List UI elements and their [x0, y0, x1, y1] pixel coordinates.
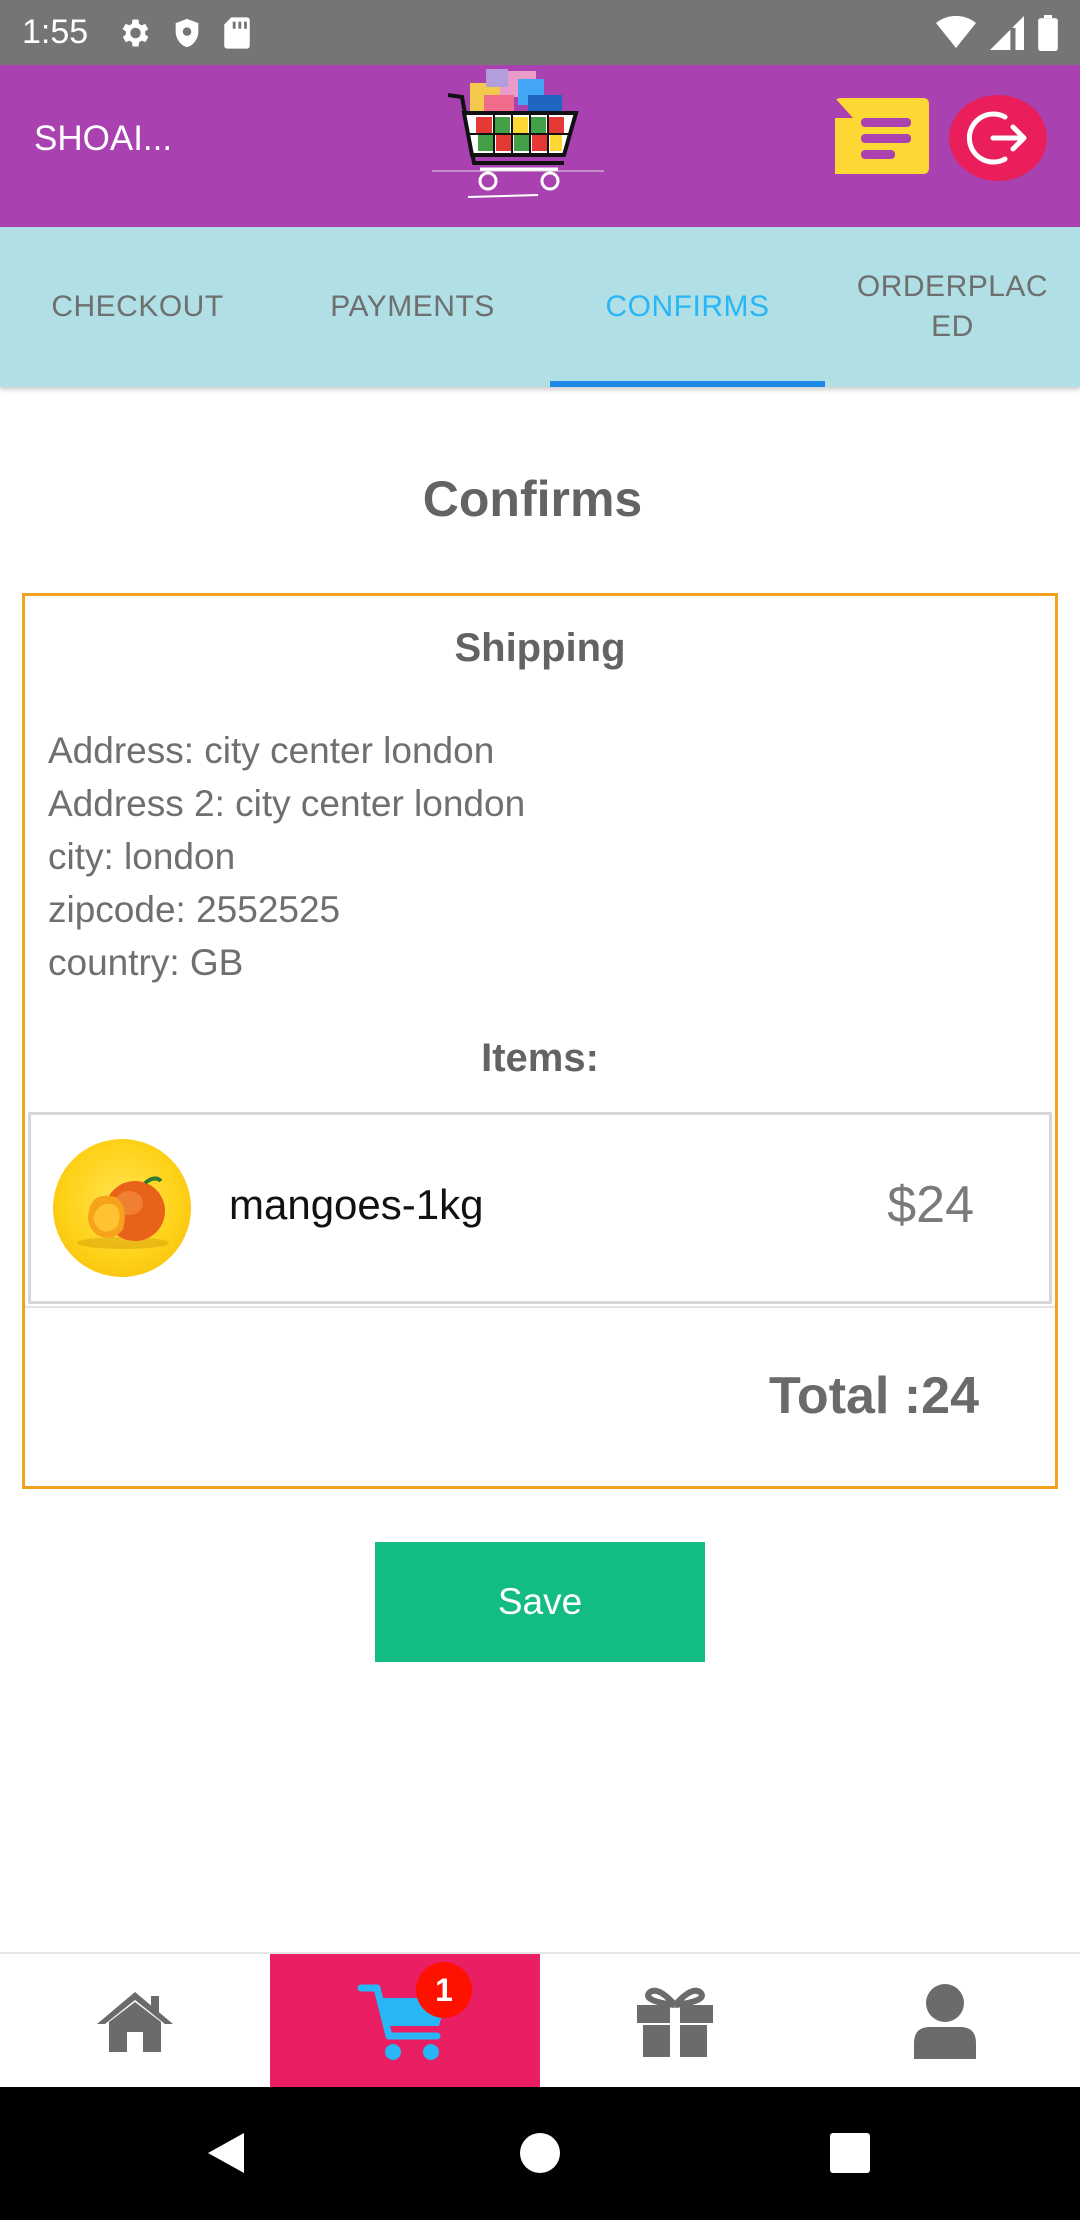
shield-icon: [175, 18, 199, 47]
nav-home[interactable]: [0, 1954, 270, 2087]
order-total: Total :24: [769, 1367, 979, 1425]
city-line: city: london: [48, 836, 236, 877]
items-heading: Items:: [481, 1036, 599, 1080]
system-nav: [0, 2087, 1080, 2220]
settings-icon: [122, 19, 149, 46]
address-2-line: Address 2: city center london: [48, 783, 526, 824]
tab-bar: CHECKOUT PAYMENTS CONFIRMS ORDERPLAC ED: [0, 227, 1080, 387]
back-icon[interactable]: [202, 2129, 250, 2177]
cart-badge: 1: [416, 1962, 472, 2018]
status-icons-right: [936, 14, 1058, 51]
list-item[interactable]: mangoes-1kg $24: [28, 1112, 1052, 1304]
app-title: SHOAI...: [34, 119, 173, 158]
sd-card-icon: [224, 16, 250, 49]
battery-icon: [1038, 14, 1058, 51]
home-circle-icon[interactable]: [518, 2131, 562, 2175]
tab-payments[interactable]: PAYMENTS: [275, 227, 550, 387]
notes-icon: [835, 98, 929, 174]
home-icon: [97, 1991, 173, 2052]
nav-cart[interactable]: 1: [270, 1954, 540, 2087]
save-button[interactable]: Save: [375, 1542, 705, 1662]
screen: 1:55 SHOAI... CHECKOUT PAYMENTS CONFIRMS…: [0, 0, 1080, 2220]
tab-checkout-label: CHECKOUT: [51, 290, 224, 323]
address-line: Address: city center london: [48, 730, 495, 771]
tab-confirms-label: CONFIRMS: [605, 290, 770, 323]
tab-payments-label: PAYMENTS: [330, 290, 495, 323]
status-time: 1:55: [22, 13, 89, 51]
gift-icon: [637, 1987, 713, 2057]
wifi-icon: [936, 15, 976, 48]
mango-image: [77, 1176, 169, 1249]
profile-icon: [914, 1983, 976, 2059]
item-thumbnail: [53, 1139, 191, 1277]
confirm-card: Shipping Address: city center london Add…: [22, 593, 1058, 1489]
item-name: mangoes-1kg: [229, 1181, 484, 1228]
zipcode-line: zipcode: 2552525: [48, 889, 341, 930]
nav-profile[interactable]: [810, 1954, 1080, 2087]
shipping-address: Address: city center london Address 2: c…: [48, 724, 525, 989]
notes-button[interactable]: [835, 98, 929, 174]
tab-orderplaced-label: ORDERPLAC ED: [857, 267, 1048, 347]
signal-icon: [990, 15, 1024, 50]
page-title: Confirms: [422, 471, 643, 527]
tab-orderplaced[interactable]: ORDERPLAC ED: [825, 227, 1080, 387]
nav-gifts[interactable]: [540, 1954, 810, 2087]
shipping-heading: Shipping: [454, 626, 626, 670]
country-line: country: GB: [48, 942, 244, 983]
logout-icon: [966, 111, 1027, 165]
shopping-cart-logo: [432, 69, 604, 198]
tab-confirms[interactable]: CONFIRMS: [550, 227, 825, 387]
status-icons-left: [116, 15, 252, 51]
tab-checkout[interactable]: CHECKOUT: [0, 227, 275, 387]
divider: [25, 1306, 1055, 1308]
item-price: $24: [887, 1176, 974, 1234]
app-bar: SHOAI...: [0, 65, 1080, 227]
bottom-nav: 1: [0, 1952, 1080, 2087]
recents-icon[interactable]: [828, 2131, 872, 2175]
tab-orderplaced-label-line1: ORDERPLAC: [856, 270, 1049, 303]
tab-orderplaced-label-line2: ED: [931, 310, 974, 343]
logout-button[interactable]: [949, 95, 1047, 181]
status-bar: 1:55: [0, 0, 1080, 65]
